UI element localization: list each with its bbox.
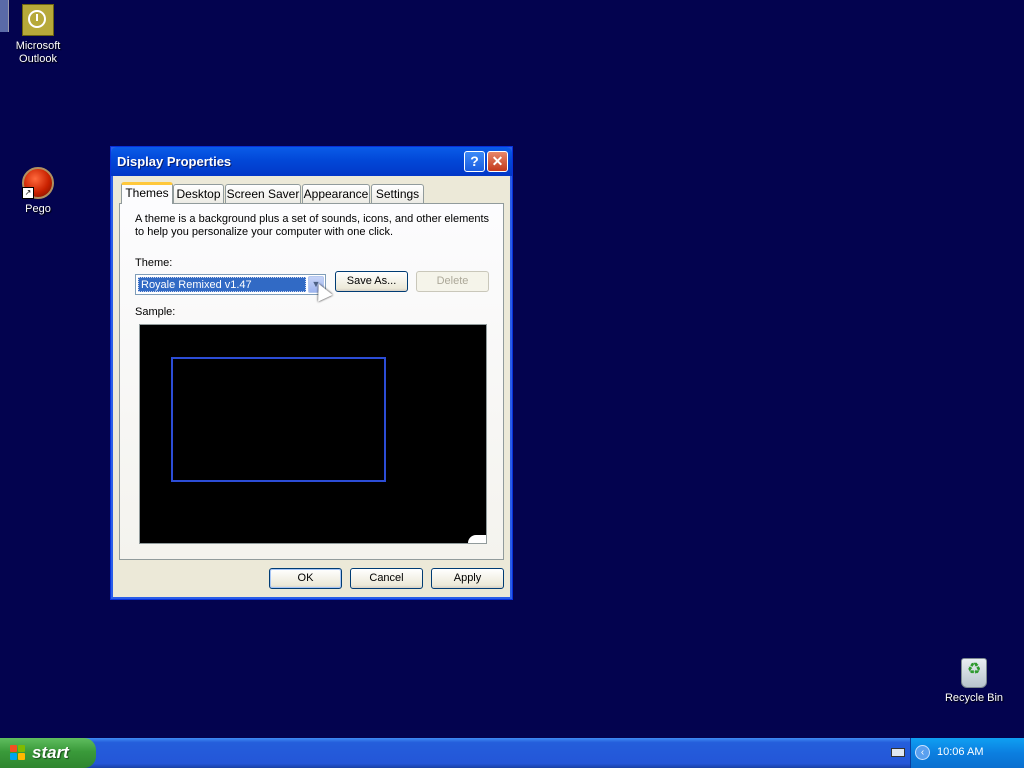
taskbar: start ‹ 10:06 AM — [0, 738, 1024, 768]
sample-window-preview — [171, 357, 386, 482]
close-button[interactable]: ✕ — [487, 151, 508, 172]
help-icon: ? — [470, 153, 479, 169]
desktop-icon-label: Recycle Bin — [944, 692, 1004, 704]
help-button[interactable]: ? — [464, 151, 485, 172]
desktop-icon-pego[interactable]: ↗ Pego — [0, 167, 76, 216]
delete-button[interactable]: Delete — [416, 271, 489, 292]
save-as-button[interactable]: Save As... — [335, 271, 408, 292]
theme-description: A theme is a background plus a set of so… — [135, 213, 490, 238]
theme-dropdown[interactable]: Royale Remixed v1.47 ▼ — [135, 274, 326, 295]
window-title: Display Properties — [117, 154, 232, 169]
sample-label: Sample: — [135, 306, 176, 318]
clock[interactable]: 10:06 AM — [937, 746, 983, 758]
outlook-icon — [22, 4, 54, 36]
system-tray: ‹ 10:06 AM — [891, 738, 1024, 768]
theme-selected-value: Royale Remixed v1.47 — [138, 277, 306, 292]
pego-icon: ↗ — [22, 167, 54, 199]
tab-screen-saver[interactable]: Screen Saver — [225, 184, 301, 203]
tab-themes[interactable]: Themes — [121, 182, 173, 204]
close-icon: ✕ — [491, 153, 504, 169]
desktop-icon-label: Pego — [25, 203, 51, 215]
tab-appearance[interactable]: Appearance — [302, 184, 370, 203]
ok-button[interactable]: OK — [269, 568, 342, 589]
apply-button[interactable]: Apply — [431, 568, 504, 589]
recycle-bin-icon — [961, 658, 987, 688]
theme-label: Theme: — [135, 257, 173, 269]
tab-desktop[interactable]: Desktop — [173, 184, 224, 203]
tab-settings[interactable]: Settings — [371, 184, 424, 203]
desktop-icon-outlook[interactable]: Microsoft Outlook — [0, 4, 76, 66]
start-button[interactable]: start — [0, 738, 96, 768]
sample-corner-graphic — [468, 535, 486, 543]
windows-logo-icon — [10, 745, 26, 761]
theme-sample-preview — [139, 324, 487, 544]
display-properties-dialog: Display Properties ? ✕ Themes Desktop Sc… — [110, 146, 513, 600]
desktop-icon-recycle-bin[interactable]: Recycle Bin — [936, 658, 1012, 705]
desktop-icon-label: Outlook — [19, 53, 57, 65]
desktop-icon-label: Microsoft — [15, 40, 61, 52]
themes-panel: A theme is a background plus a set of so… — [119, 203, 504, 560]
shortcut-arrow-icon: ↗ — [22, 187, 34, 199]
cancel-button[interactable]: Cancel — [350, 568, 423, 589]
start-label: start — [32, 743, 69, 762]
keyboard-icon[interactable] — [891, 748, 905, 757]
title-bar[interactable]: Display Properties ? ✕ — [111, 147, 512, 176]
show-hidden-icons-icon[interactable]: ‹ — [915, 745, 930, 760]
